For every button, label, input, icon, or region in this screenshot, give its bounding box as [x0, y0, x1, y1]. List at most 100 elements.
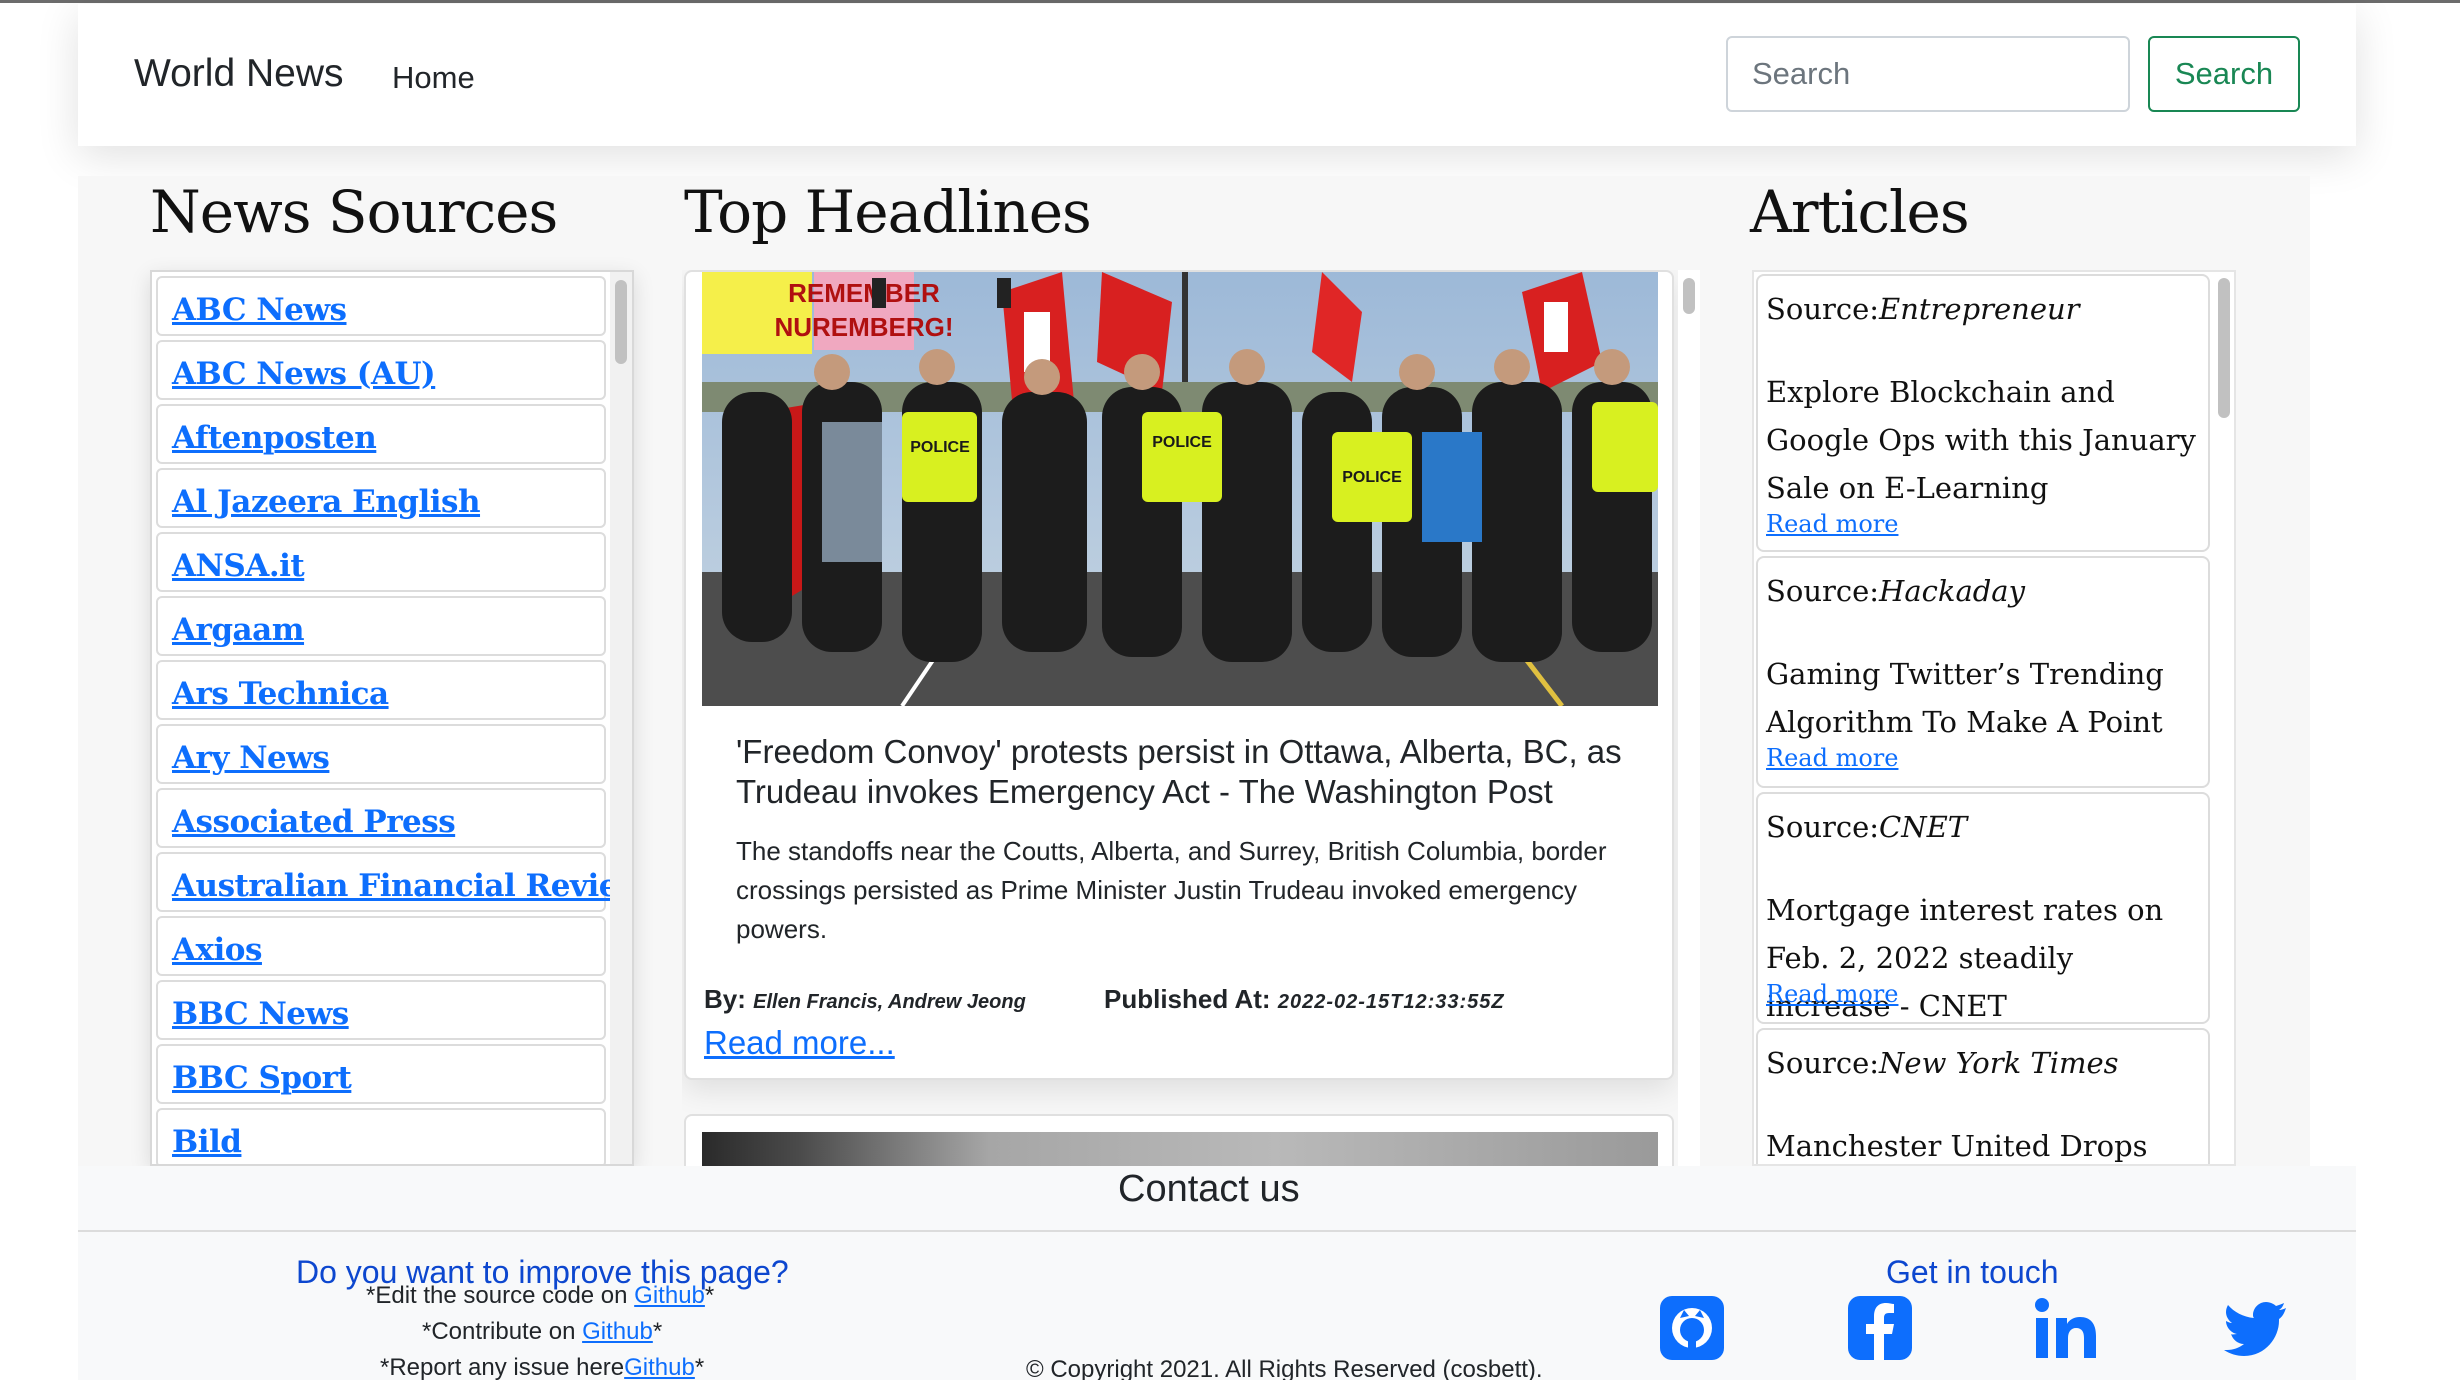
- sources-scroll-thumb[interactable]: [615, 280, 627, 364]
- source-link[interactable]: Aftenposten: [172, 420, 377, 456]
- source-item[interactable]: ABC News: [156, 276, 606, 336]
- police-vest-label: POLICE: [1152, 434, 1212, 451]
- source-item[interactable]: Argaam: [156, 596, 606, 656]
- headline-read-more-link[interactable]: Read more...: [704, 1024, 895, 1062]
- top-headlines-panel[interactable]: REMEMBER NUREMBERG! POLICE POLICE POLICE…: [682, 270, 1702, 1166]
- contribute-line: *Contribute on Github*: [422, 1318, 662, 1346]
- source-item[interactable]: Ars Technica: [156, 660, 606, 720]
- source-item[interactable]: Aftenposten: [156, 404, 606, 464]
- article-title: Gaming Twitter’s Trending Algorithm To M…: [1766, 657, 2164, 739]
- source-link[interactable]: BBC News: [172, 996, 349, 1032]
- article-source: Source:CNET: [1766, 810, 1967, 844]
- facebook-icon[interactable]: [1848, 1296, 1912, 1360]
- edit-suffix: *: [704, 1282, 715, 1309]
- headlines-scrollbar[interactable]: [1678, 270, 1700, 1166]
- published-label: Published At:: [1104, 984, 1271, 1014]
- headline-title: 'Freedom Convoy' protests persist in Ott…: [736, 733, 1622, 810]
- headline-image: [702, 1132, 1658, 1166]
- source-link[interactable]: Bild: [172, 1124, 242, 1160]
- source-name: Entrepreneur: [1879, 292, 2080, 326]
- author-names: Ellen Francis, Andrew Jeong: [753, 991, 1026, 1013]
- source-link[interactable]: BBC Sport: [172, 1060, 352, 1096]
- articles-title: Articles: [1750, 178, 1970, 246]
- headline-card: REMEMBER NUREMBERG! POLICE POLICE POLICE…: [684, 270, 1674, 1080]
- police-vest-label: POLICE: [910, 439, 970, 456]
- source-item[interactable]: Australian Financial Review: [156, 852, 632, 912]
- headline-image: REMEMBER NUREMBERG! POLICE POLICE POLICE: [702, 272, 1658, 706]
- contribute-github-link[interactable]: Github: [582, 1318, 653, 1345]
- get-in-touch-heading: Get in touch: [1886, 1254, 2059, 1290]
- article-read-more-link[interactable]: Read more: [1766, 980, 1898, 1008]
- by-label: By:: [704, 984, 746, 1014]
- issue-github-link[interactable]: Github: [624, 1354, 695, 1380]
- article-source: Source:Hackaday: [1766, 574, 2025, 608]
- source-link[interactable]: Ars Technica: [172, 676, 389, 712]
- headline-description: The standoffs near the Coutts, Alberta, …: [736, 836, 1607, 944]
- top-headlines-title: Top Headlines: [684, 178, 1092, 246]
- headlines-scroll-thumb[interactable]: [1683, 278, 1695, 314]
- edit-prefix: *Edit the source code on: [366, 1282, 635, 1309]
- search-button[interactable]: Search: [2148, 36, 2300, 112]
- footer-divider: [78, 1230, 2356, 1232]
- headline-published: Published At: 2022-02-15T12:33:55Z: [1104, 984, 1505, 1015]
- articles-list[interactable]: Source:Entrepreneur Explore Blockchain a…: [1752, 270, 2236, 1166]
- edit-source-line: *Edit the source code on Github*: [366, 1282, 714, 1310]
- contribute-suffix: *: [652, 1318, 663, 1345]
- article-title: Manchester United Drops Mason: [1766, 1129, 2148, 1163]
- articles-scrollbar[interactable]: [2214, 272, 2234, 1164]
- search-input[interactable]: [1726, 36, 2130, 112]
- source-link[interactable]: ABC News: [172, 292, 347, 328]
- articles-scroll-thumb[interactable]: [2218, 278, 2230, 418]
- source-link[interactable]: Associated Press: [172, 804, 456, 840]
- report-issue-line: *Report any issue hereGithub*: [380, 1354, 704, 1380]
- news-sources-list[interactable]: ABC News ABC News (AU) Aftenposten Al Ja…: [150, 270, 634, 1166]
- source-label: Source:: [1766, 292, 1880, 326]
- footer: Contact us Do you want to improve this p…: [78, 1166, 2356, 1380]
- github-icon[interactable]: [1660, 1296, 1724, 1360]
- contribute-prefix: *Contribute on: [422, 1318, 583, 1345]
- article-card: Source:CNET Mortgage interest rates on F…: [1756, 792, 2210, 1024]
- source-item[interactable]: BBC Sport: [156, 1044, 606, 1104]
- source-link[interactable]: ABC News (AU): [172, 356, 436, 392]
- source-name: CNET: [1879, 810, 1968, 844]
- sources-scrollbar[interactable]: [610, 272, 632, 1164]
- article-card: Source:Entrepreneur Explore Blockchain a…: [1756, 274, 2210, 552]
- protest-sign-line-2: NUREMBERG!: [774, 312, 953, 342]
- source-item[interactable]: Al Jazeera English: [156, 468, 606, 528]
- article-read-more-link[interactable]: Read more: [1766, 510, 1898, 538]
- twitter-icon[interactable]: [2224, 1296, 2288, 1360]
- source-item[interactable]: BBC News: [156, 980, 606, 1040]
- source-label: Source:: [1766, 1046, 1880, 1080]
- issue-prefix: *Report any issue here: [380, 1354, 625, 1380]
- source-item[interactable]: ABC News (AU): [156, 340, 606, 400]
- article-read-more-link[interactable]: Read more: [1766, 744, 1898, 772]
- linkedin-icon[interactable]: [2034, 1296, 2098, 1360]
- nav-home-link[interactable]: Home: [392, 60, 475, 96]
- source-link[interactable]: Axios: [172, 932, 262, 968]
- news-sources-title: News Sources: [150, 178, 558, 246]
- article-card: Source:New York Times Manchester United …: [1756, 1028, 2210, 1164]
- window-top-border: [0, 0, 2460, 3]
- article-card: Source:Hackaday Gaming Twitter’s Trendin…: [1756, 556, 2210, 788]
- source-item[interactable]: Axios: [156, 916, 606, 976]
- article-source: Source:Entrepreneur: [1766, 292, 2080, 326]
- brand-logo[interactable]: World News: [134, 52, 344, 96]
- source-link[interactable]: ANSA.it: [172, 548, 305, 584]
- article-title: Explore Blockchain and Google Ops with t…: [1766, 375, 2196, 505]
- navbar: World News Home Search: [78, 4, 2356, 146]
- edit-github-link[interactable]: Github: [634, 1282, 705, 1309]
- source-item[interactable]: ANSA.it: [156, 532, 606, 592]
- source-link[interactable]: Al Jazeera English: [172, 484, 481, 520]
- headline-card: [684, 1114, 1674, 1166]
- protest-sign-line-1: REMEMBER: [788, 278, 940, 308]
- issue-suffix: *: [694, 1354, 705, 1380]
- source-name: New York Times: [1879, 1046, 2119, 1080]
- source-name: Hackaday: [1879, 574, 2025, 608]
- source-item[interactable]: Ary News: [156, 724, 606, 784]
- source-link[interactable]: Argaam: [172, 612, 305, 648]
- source-item[interactable]: Associated Press: [156, 788, 606, 848]
- source-item[interactable]: Bild: [156, 1108, 606, 1164]
- source-label: Source:: [1766, 574, 1880, 608]
- source-link[interactable]: Ary News: [172, 740, 330, 776]
- source-link[interactable]: Australian Financial Review: [172, 868, 632, 904]
